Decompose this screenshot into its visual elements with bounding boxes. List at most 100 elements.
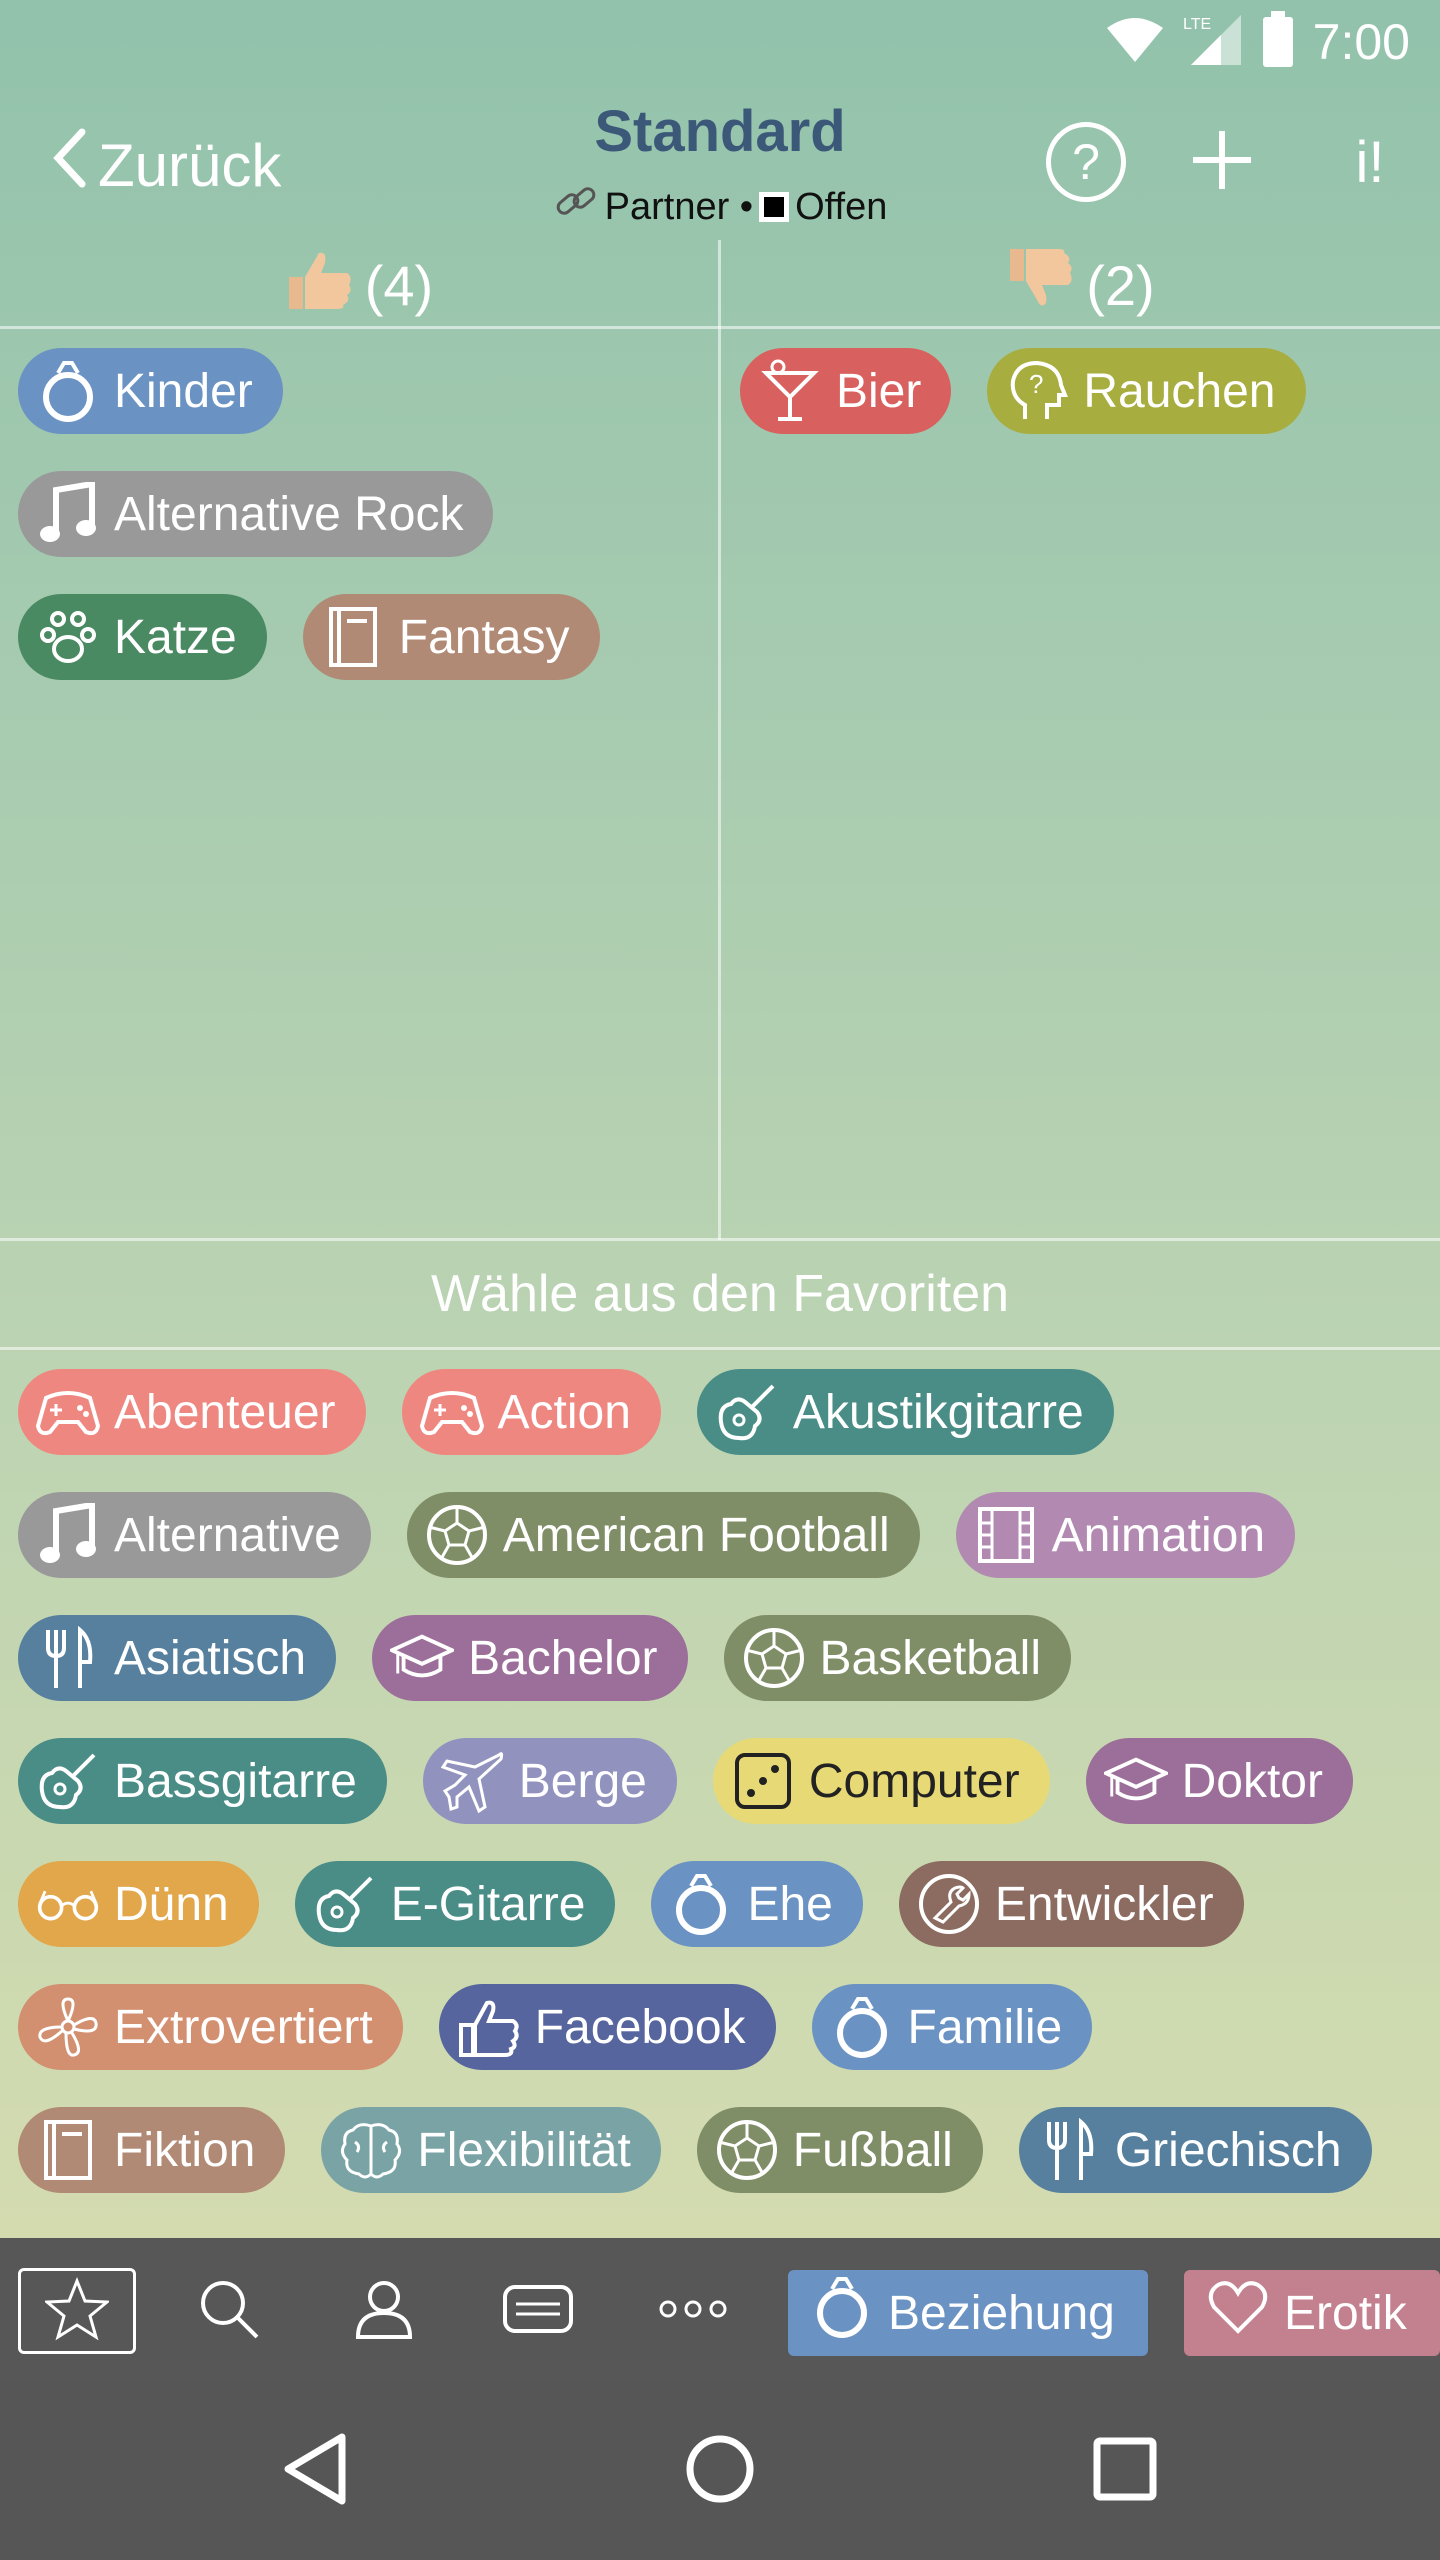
help-button[interactable]: ? <box>1046 122 1126 202</box>
brain-icon <box>339 2118 403 2182</box>
system-nav-bar <box>0 2380 1440 2560</box>
square-recents-icon <box>1092 2436 1158 2507</box>
favorite-chip[interactable]: Bassgitarre <box>18 1738 387 1824</box>
favorite-chip[interactable]: Action <box>401 1369 661 1455</box>
signal-icon: LTE <box>1183 13 1243 72</box>
chip-label: Flexibilität <box>417 2123 631 2177</box>
chip-label: Dünn <box>114 1877 229 1931</box>
dislike-chip[interactable]: ? Rauchen <box>987 348 1306 434</box>
ball-icon <box>715 2118 779 2182</box>
chip-label: Doktor <box>1181 1754 1323 1808</box>
info-button[interactable]: i! <box>1330 122 1410 202</box>
favorites-row: Dünn E-Gitarre Ehe Entwickler <box>18 1861 1244 1947</box>
like-chip[interactable]: Fantasy <box>302 594 600 680</box>
profile-nav-button[interactable] <box>325 2268 443 2354</box>
favorite-chip[interactable]: Computer <box>712 1738 1050 1824</box>
like-chip[interactable]: Alternative Rock <box>18 471 494 557</box>
chip-label: American Football <box>502 1508 890 1562</box>
book-icon <box>321 605 385 669</box>
favorite-chip[interactable]: Flexibilität <box>321 2107 661 2193</box>
favorite-chip[interactable]: Animation <box>955 1492 1296 1578</box>
favorite-chip[interactable]: Fiktion <box>18 2107 286 2193</box>
chip-label: Griechisch <box>1114 2123 1342 2177</box>
gamepad-icon <box>419 1380 484 1444</box>
chip-label: Fiktion <box>114 2123 256 2177</box>
category-beziehung-button[interactable]: Beziehung <box>788 2270 1148 2356</box>
chip-label: Facebook <box>534 2000 746 2054</box>
favorite-chip[interactable]: Abenteuer <box>18 1369 366 1455</box>
ring-icon <box>830 1995 894 2059</box>
favorite-chip[interactable]: Bachelor <box>372 1615 688 1701</box>
favorites-title: Wähle aus den Favoriten <box>430 1265 1010 1323</box>
more-nav-button[interactable] <box>634 2268 752 2354</box>
ring-icon <box>669 1872 733 1936</box>
cutlery-icon <box>36 1626 100 1690</box>
guitar-icon <box>313 1872 377 1936</box>
back-system-button[interactable] <box>270 2426 360 2516</box>
favorite-chip[interactable]: Akustikgitarre <box>696 1369 1114 1455</box>
chip-label: Kinder <box>114 364 253 418</box>
category-label: Erotik <box>1284 2286 1407 2340</box>
likes-row-3: Katze Fantasy <box>18 594 600 680</box>
triangle-back-icon <box>280 2431 350 2512</box>
chat-nav-button[interactable] <box>479 2268 597 2354</box>
dislikes-row-1: Bier ? Rauchen <box>740 348 1306 434</box>
favorite-chip[interactable]: E-Gitarre <box>294 1861 616 1947</box>
ring-icon <box>36 359 100 423</box>
person-icon <box>352 2277 416 2346</box>
chip-label: Abenteuer <box>114 1385 336 1439</box>
divider <box>0 1347 1440 1350</box>
chip-label: Bassgitarre <box>114 1754 357 1808</box>
paw-icon <box>36 605 100 669</box>
open-square-icon <box>759 192 790 222</box>
glasses-icon <box>36 1872 100 1936</box>
chip-label: Rauchen <box>1083 364 1276 418</box>
favorite-chip[interactable]: Alternative <box>18 1492 371 1578</box>
favorite-chip[interactable]: Facebook <box>438 1984 776 2070</box>
favorite-chip[interactable]: Asiatisch <box>18 1615 337 1701</box>
dislike-chip[interactable]: Bier <box>740 348 952 434</box>
favorites-row: Extrovertiert Facebook Familie <box>18 1984 1093 2070</box>
favorite-chip[interactable]: Entwickler <box>898 1861 1244 1947</box>
recents-system-button[interactable] <box>1080 2426 1170 2516</box>
chip-label: Entwickler <box>994 1877 1214 1931</box>
heart-icon <box>1208 2279 1268 2347</box>
favorite-chip[interactable]: Familie <box>811 1984 1093 2070</box>
search-nav-button[interactable] <box>170 2268 288 2354</box>
like-chip[interactable]: Katze <box>18 594 267 680</box>
network-label: LTE <box>1183 16 1211 33</box>
add-button[interactable] <box>1182 122 1262 202</box>
chip-label: Akustikgitarre <box>792 1385 1084 1439</box>
like-chip[interactable]: Kinder <box>18 348 283 434</box>
favorite-chip[interactable]: Dünn <box>18 1861 259 1947</box>
music-note-icon <box>36 1503 100 1567</box>
bottom-nav: Beziehung Erotik <box>0 2238 1440 2380</box>
thumbs-up-icon <box>457 1995 521 2059</box>
wifi-icon <box>1105 16 1165 69</box>
category-erotik-button[interactable]: Erotik <box>1184 2270 1440 2356</box>
likes-row-2: Alternative Rock <box>18 471 494 557</box>
favorite-chip[interactable]: American Football <box>406 1492 920 1578</box>
link-icon <box>553 182 599 232</box>
partner-label: Partner • <box>604 185 754 228</box>
favorite-chip[interactable]: Doktor <box>1085 1738 1353 1824</box>
favorite-chip[interactable]: Fußball <box>696 2107 983 2193</box>
favorites-nav-button[interactable] <box>18 2268 136 2354</box>
plus-icon <box>1189 127 1255 198</box>
favorite-chip[interactable]: Griechisch <box>1018 2107 1372 2193</box>
favorite-chip[interactable]: Extrovertiert <box>18 1984 403 2070</box>
chip-label: Fußball <box>792 2123 953 2177</box>
music-note-icon <box>36 482 100 546</box>
svg-text:?: ? <box>1029 369 1043 399</box>
favorite-chip[interactable]: Ehe <box>651 1861 863 1947</box>
chip-label: Fantasy <box>398 610 570 664</box>
chip-label: E-Gitarre <box>390 1877 586 1931</box>
star-icon <box>43 2276 111 2346</box>
column-divider <box>718 240 721 1240</box>
home-system-button[interactable] <box>675 2426 765 2516</box>
chip-label: Berge <box>518 1754 647 1808</box>
status-bar: LTE 7:00 <box>0 0 1440 84</box>
favorite-chip[interactable]: Basketball <box>723 1615 1071 1701</box>
favorite-chip[interactable]: Berge <box>422 1738 677 1824</box>
gamepad-icon <box>36 1380 100 1444</box>
